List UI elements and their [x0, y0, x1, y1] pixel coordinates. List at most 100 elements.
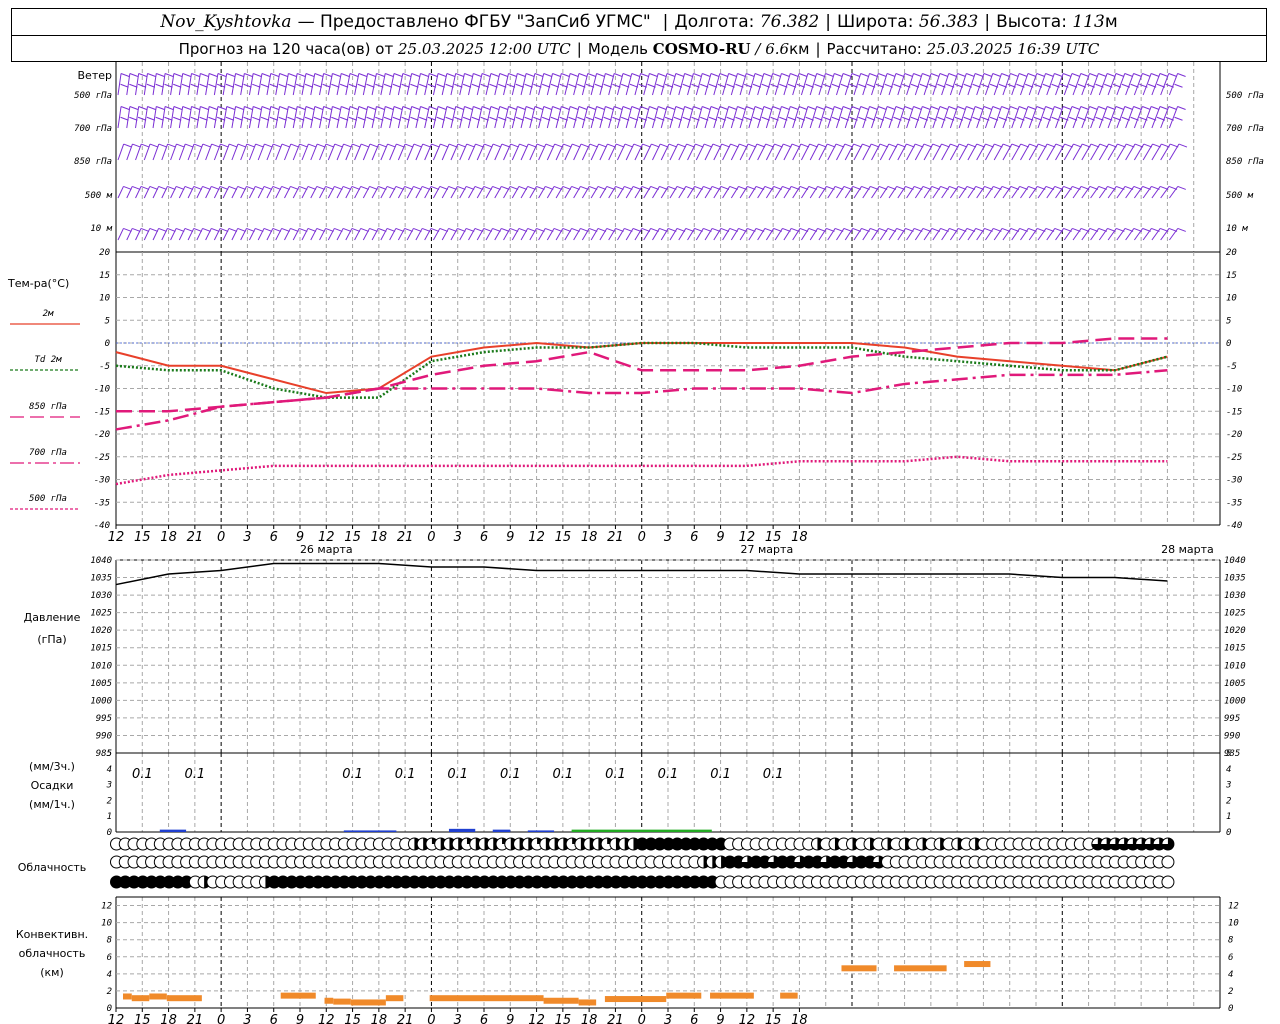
wind-barb-shaft: [739, 143, 749, 161]
wind-barb-feather: [181, 83, 191, 88]
wind-barb-feather: [378, 227, 387, 232]
wind-barb-feather: [1115, 106, 1125, 110]
wind-barb-feather: [164, 106, 174, 110]
wind-barb-feather: [1142, 73, 1151, 77]
temp-x-tick-label: 21: [187, 530, 204, 545]
wind-barb-feather: [446, 106, 456, 110]
wind-barb-shaft: [1081, 106, 1091, 129]
wind-barb-feather: [923, 143, 933, 148]
wind-barb-feather: [341, 106, 350, 110]
temp-legend-label: Td 2м: [34, 355, 62, 365]
wind-barb-feather: [763, 106, 773, 110]
wind-barb-feather: [721, 143, 730, 148]
wind-barb-feather: [173, 106, 183, 110]
conv-cloud-bar: [123, 993, 132, 1000]
wind-barb-feather: [816, 106, 825, 110]
wind-barb-feather: [429, 73, 438, 77]
wind-barb-feather: [966, 73, 975, 77]
wind-barb-feather: [367, 73, 376, 77]
wind-barb-feather: [349, 106, 359, 110]
wind-barb-shaft: [1020, 143, 1030, 161]
conv-ytick-left: 12: [101, 902, 112, 912]
wind-barb-feather: [578, 73, 588, 77]
wind-barb-shaft: [949, 143, 960, 161]
wind-barb-feather: [631, 106, 640, 110]
temp-x-tick-label: 6: [690, 530, 698, 545]
wind-barb-feather: [199, 83, 208, 88]
wind-barb-feather: [386, 227, 396, 232]
wind-barb-feather: [352, 143, 361, 148]
conv-cloud-bar: [149, 993, 167, 1000]
precip-3h-label: 0.1: [763, 767, 784, 782]
wind-barb-feather: [149, 143, 159, 148]
wind-barb-shaft: [871, 143, 881, 161]
precip-3h-label: 0.1: [447, 767, 468, 782]
wind-barb-feather: [913, 73, 922, 77]
wind-barb-feather: [369, 227, 378, 232]
conv-ytick-right: 0: [1228, 1004, 1233, 1014]
wind-barb-feather: [402, 73, 412, 77]
wind-barb-feather: [668, 143, 678, 148]
wind-barb-feather: [904, 73, 913, 77]
wind-barb-feather: [649, 106, 658, 110]
wind-barb-feather: [605, 106, 614, 110]
wind-barb-shaft: [1133, 106, 1143, 129]
wind-barb-feather: [235, 73, 244, 77]
wind-barb-feather: [120, 73, 130, 77]
temp-x-tick-label: 3: [243, 530, 251, 545]
wind-barb-feather: [948, 73, 957, 77]
wind-barb-feather: [260, 116, 270, 121]
wind-barb-feather: [393, 73, 403, 77]
wind-barb-feather: [983, 73, 993, 77]
wind-barb-feather: [158, 185, 167, 190]
temp-legend-label: 850 гПа: [29, 402, 67, 412]
wind-barb-feather: [798, 73, 808, 77]
wind-barb-feather: [605, 73, 614, 77]
conv-ytick-left: 6: [107, 953, 112, 963]
wind-barb-feather: [279, 106, 288, 110]
wind-barb-feather: [675, 106, 684, 110]
temp-ytick-left: 10: [99, 294, 110, 304]
wind-level-label-left: 850 гПа: [74, 157, 112, 167]
precip-ytick-right: 5: [1226, 749, 1231, 759]
temp-x-tick-label: 21: [397, 530, 414, 545]
pressure-ytick-right: 990: [1224, 731, 1240, 741]
wind-barb-feather: [631, 73, 640, 77]
wind-barb-feather: [278, 83, 287, 88]
wind-barb-shaft: [1151, 143, 1162, 161]
wind-barb-feather: [156, 73, 165, 77]
wind-barb-feather: [360, 143, 370, 148]
wind-barb-feather: [1010, 73, 1019, 77]
wind-barb-feather: [234, 116, 243, 121]
wind-barb-feather: [545, 143, 555, 148]
wind-barb-feather: [202, 227, 211, 232]
wind-barb-shaft: [117, 143, 125, 161]
pressure-ytick-left: 1010: [90, 661, 112, 671]
wind-barb-feather: [798, 106, 808, 110]
wind-barb-shaft: [1125, 106, 1135, 129]
wind-barb-feather: [580, 143, 590, 148]
conv-cloud-bar: [604, 996, 667, 1003]
wind-barb-feather: [314, 73, 323, 77]
wind-barb-feather: [448, 143, 458, 148]
wind-barb-feather: [184, 185, 194, 190]
temp-x-tick-label: 9: [506, 530, 514, 545]
wind-barb-shaft: [1037, 143, 1048, 161]
pressure-ytick-left: 1000: [90, 696, 112, 706]
pressure-ytick-right: 1035: [1224, 574, 1246, 584]
wind-barb-feather: [1124, 73, 1133, 77]
wind-barb-feather: [123, 143, 132, 148]
wind-barb-feather: [252, 83, 261, 88]
wind-barb-feather: [307, 227, 317, 232]
wind-barb-shaft: [117, 186, 124, 199]
wind-barb-feather: [158, 143, 168, 148]
wind-barb-feather: [508, 73, 517, 77]
temp-x-tick-label: 21: [607, 530, 624, 545]
wind-barb-feather: [499, 106, 508, 110]
wind-barb-feather: [279, 73, 288, 77]
wind-barb-feather: [173, 83, 182, 88]
wind-barb-feather: [1098, 73, 1107, 77]
conv-ytick-left: 4: [107, 970, 112, 980]
wind-barb-feather: [376, 73, 385, 77]
wind-barb-feather: [297, 106, 306, 110]
